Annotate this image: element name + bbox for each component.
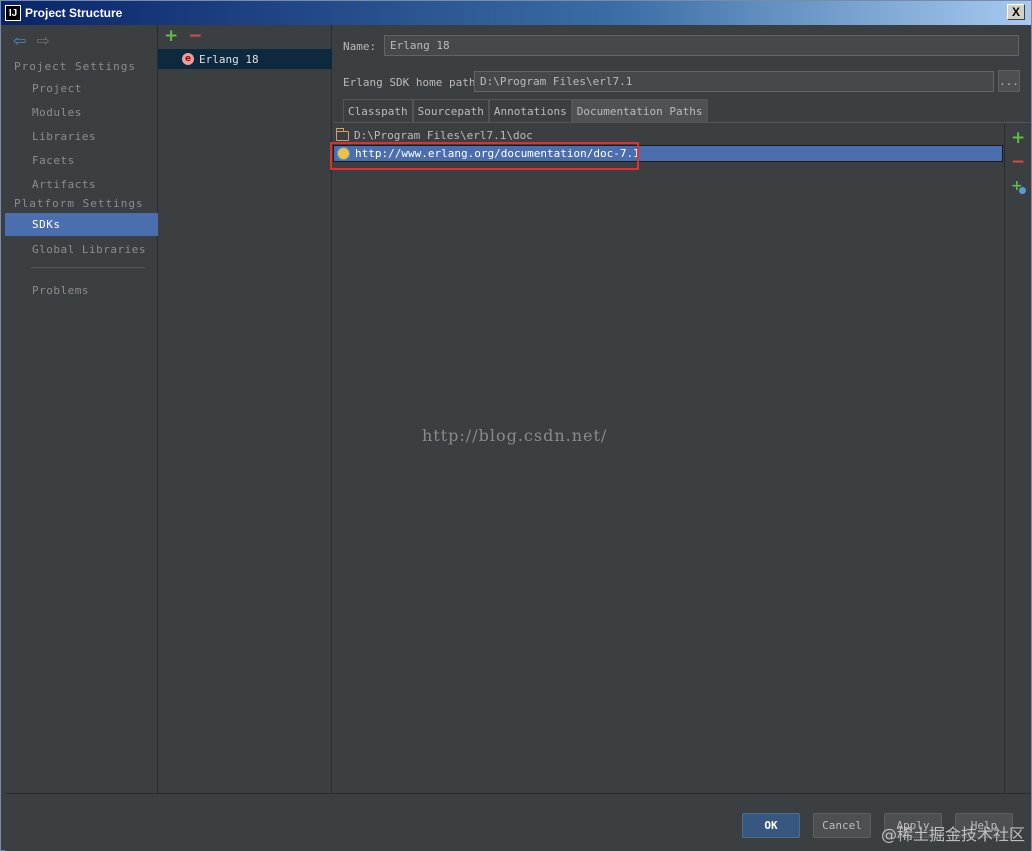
- intellij-app-icon: IJ: [5, 5, 21, 21]
- ok-button[interactable]: OK: [742, 813, 800, 838]
- title-bar: IJ Project Structure X: [1, 1, 1031, 25]
- tab-annotations[interactable]: Annotations: [488, 99, 572, 123]
- remove-path-icon[interactable]: −: [1011, 154, 1025, 171]
- name-label: Name:: [343, 40, 377, 53]
- corner-watermark: @稀土掘金技术社区: [880, 825, 1025, 844]
- sidebar-item-global-libraries[interactable]: Global Libraries: [5, 238, 158, 261]
- cancel-button[interactable]: Cancel: [813, 813, 871, 838]
- tab-documentation-paths[interactable]: Documentation Paths: [571, 99, 708, 123]
- platform-settings-heading: Platform Settings: [14, 197, 144, 210]
- sidebar-item-project[interactable]: Project: [5, 77, 158, 100]
- sidebar-item-libraries[interactable]: Libraries: [5, 125, 158, 148]
- window-title: Project Structure: [25, 6, 123, 20]
- folder-icon: [336, 127, 349, 141]
- home-path-field[interactable]: D:\Program Files\erl7.1: [474, 71, 994, 92]
- sdk-details-panel: Name: Erlang 18 Erlang SDK home path: D:…: [333, 25, 1031, 793]
- name-field[interactable]: Erlang 18: [384, 35, 1019, 56]
- erlang-icon: e: [182, 53, 194, 65]
- sidebar-divider: [31, 267, 145, 268]
- browse-button[interactable]: ...: [998, 70, 1020, 92]
- tab-classpath[interactable]: Classpath: [343, 99, 413, 123]
- project-settings-heading: Project Settings: [14, 60, 136, 73]
- path-text: D:\Program Files\erl7.1\doc: [354, 129, 533, 142]
- sidebar-item-artifacts[interactable]: Artifacts: [5, 173, 158, 196]
- tab-divider: [333, 122, 1031, 123]
- add-path-icon[interactable]: +: [1011, 130, 1025, 147]
- tab-sourcepath[interactable]: Sourcepath: [412, 99, 489, 123]
- sdk-item-label: Erlang 18: [199, 52, 259, 66]
- sidebar-item-problems[interactable]: Problems: [5, 279, 158, 302]
- settings-sidebar: ⇦ ⇨ Project Settings Project Modules Lib…: [5, 25, 158, 793]
- sidebar-item-modules[interactable]: Modules: [5, 101, 158, 124]
- remove-sdk-icon[interactable]: −: [188, 28, 202, 45]
- sdk-list-item[interactable]: e Erlang 18: [158, 49, 332, 69]
- nav-arrows: ⇦ ⇨: [13, 33, 50, 49]
- documentation-paths-list: D:\Program Files\erl7.1\doc http://www.e…: [333, 124, 1003, 793]
- sdk-list-panel: + − e Erlang 18: [158, 25, 332, 793]
- sidebar-item-facets[interactable]: Facets: [5, 149, 158, 172]
- paths-toolbar: + − +: [1004, 124, 1031, 793]
- sdk-tabs: Classpath Sourcepath Annotations Documen…: [343, 99, 708, 123]
- project-structure-dialog: IJ Project Structure X ⇦ ⇨ Project Setti…: [0, 0, 1032, 851]
- watermark-text: http://blog.csdn.net/: [422, 426, 608, 445]
- dialog-button-bar: OK Cancel Apply Help @稀土掘金技术社区: [5, 793, 1031, 851]
- back-arrow-icon[interactable]: ⇦: [13, 33, 26, 49]
- home-path-label: Erlang SDK home path:: [343, 76, 483, 89]
- add-url-icon[interactable]: +: [1011, 178, 1026, 194]
- forward-arrow-icon[interactable]: ⇨: [36, 33, 49, 49]
- sidebar-item-sdks[interactable]: SDKs: [5, 213, 158, 236]
- highlight-annotation-box: [330, 142, 639, 170]
- add-sdk-icon[interactable]: +: [164, 28, 178, 45]
- sdk-toolbar: + −: [164, 28, 203, 45]
- close-button[interactable]: X: [1007, 4, 1025, 20]
